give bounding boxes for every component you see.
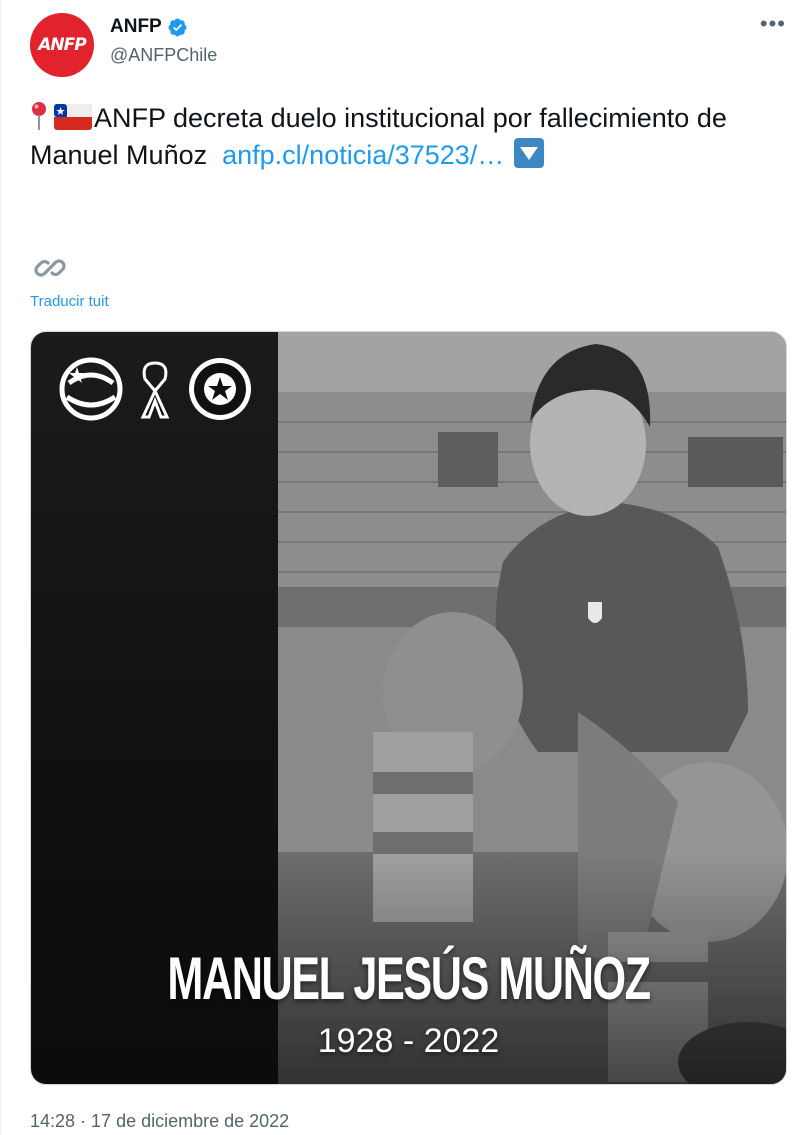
memorial-name: MANUEL JESÚS MUÑOZ [167, 945, 651, 1012]
avatar[interactable]: ANFP [30, 13, 94, 77]
verified-badge-icon [168, 18, 187, 36]
user-handle[interactable]: @ANFPChile [110, 45, 217, 66]
tweet-link[interactable]: anfp.cl/noticia/37523/… [222, 140, 504, 170]
tweet-timestamp[interactable]: 14:28 · 17 de diciembre de 2022 [30, 1111, 289, 1132]
translate-tweet-link[interactable]: Traducir tuit [30, 293, 109, 310]
author-name-row: ANFP [110, 16, 188, 38]
logo-row [59, 356, 253, 422]
chile-flag-emoji-icon [54, 104, 92, 130]
more-options-icon[interactable]: ••• [760, 13, 786, 35]
avatar-logo-text: ANFP [38, 35, 86, 55]
tweet-text: ANFP decreta duelo institucional por fal… [30, 100, 790, 174]
display-name[interactable]: ANFP [110, 16, 162, 38]
pushpin-emoji-icon [32, 102, 46, 130]
memorial-years: 1928 - 2022 [317, 1022, 500, 1060]
campeonato-logo-icon [59, 357, 123, 421]
federacion-chile-crest-icon [189, 358, 251, 420]
mourning-ribbon-icon [140, 361, 170, 419]
link-icon[interactable] [32, 250, 68, 286]
down-arrow-emoji-icon [513, 138, 544, 168]
tweet-media-image[interactable]: MANUEL JESÚS MUÑOZ 1928 - 2022 [30, 331, 787, 1085]
tweet-card: ANFP ANFP @ANFPChile ••• ANFP decreta du… [0, 0, 800, 1135]
